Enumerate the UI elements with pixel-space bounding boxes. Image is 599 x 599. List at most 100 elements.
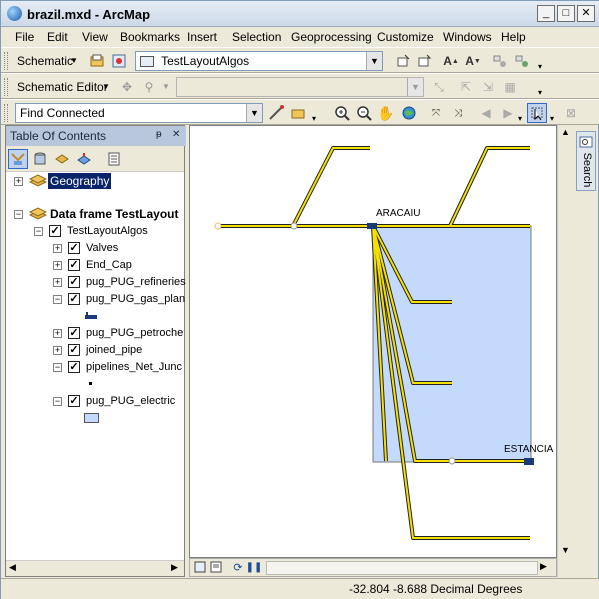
- fixed-zoom-out-icon[interactable]: ⤨: [448, 103, 468, 123]
- zoom-out-icon[interactable]: [354, 103, 374, 123]
- flag-icon[interactable]: [512, 51, 532, 71]
- map-vertical-scrollbar[interactable]: ▲ ▼: [557, 125, 574, 577]
- menu-view[interactable]: View: [82, 30, 108, 44]
- scroll-right-icon[interactable]: ▶: [540, 561, 547, 572]
- expand-icon[interactable]: +: [53, 261, 62, 270]
- layout-algorithm-select[interactable]: ▼: [176, 77, 424, 97]
- expand-icon[interactable]: +: [14, 177, 23, 186]
- menu-edit[interactable]: Edit: [47, 30, 68, 44]
- gas-plan-label[interactable]: pug_PUG_gas_plan: [86, 293, 185, 305]
- expand-icon[interactable]: +: [53, 278, 62, 287]
- refineries-label[interactable]: pug_PUG_refineries: [86, 276, 186, 288]
- collapse-icon[interactable]: −: [53, 397, 62, 406]
- chevron-down-icon[interactable]: ▼: [102, 82, 110, 91]
- chevron-down-icon[interactable]: ▼: [246, 104, 262, 122]
- estancia-gas-plant[interactable]: [524, 458, 534, 465]
- menu-file[interactable]: File: [15, 30, 34, 44]
- refresh-icon[interactable]: ⟳: [230, 559, 246, 575]
- collapse-icon[interactable]: −: [53, 295, 62, 304]
- close-icon[interactable]: ✕: [172, 129, 180, 140]
- toolbar-options-icon[interactable]: ▾: [518, 114, 522, 123]
- expand-icon[interactable]: +: [53, 329, 62, 338]
- pipelines-checkbox[interactable]: ✓: [68, 361, 80, 373]
- layout-algos-checkbox[interactable]: ✓: [49, 225, 61, 237]
- forward-arrow-icon[interactable]: ▶: [498, 103, 518, 123]
- expand-icon[interactable]: +: [53, 244, 62, 253]
- map-horizontal-scrollbar[interactable]: [266, 561, 538, 575]
- scroll-left-icon[interactable]: ◀: [9, 562, 16, 573]
- increase-font-icon[interactable]: A ▲: [441, 51, 461, 71]
- valve-node[interactable]: [448, 457, 456, 465]
- chevron-down-icon[interactable]: ▼: [407, 78, 423, 96]
- chevron-down-icon[interactable]: ▼: [162, 82, 170, 91]
- edit-link-icon[interactable]: ⚲: [139, 77, 159, 97]
- menu-bookmarks[interactable]: Bookmarks: [120, 30, 180, 44]
- valve-node[interactable]: [290, 222, 298, 230]
- electric-checkbox[interactable]: ✓: [68, 395, 80, 407]
- toolbar-options-icon[interactable]: ▾: [538, 62, 542, 71]
- list-by-drawing-order-icon[interactable]: [8, 149, 28, 169]
- expand-icon[interactable]: +: [53, 346, 62, 355]
- toolbar-grip[interactable]: [4, 104, 8, 122]
- schematic-editor-menu[interactable]: Schematic Editor: [17, 80, 108, 94]
- decrease-font-icon[interactable]: A ▼: [463, 51, 483, 71]
- toolbar-options-icon[interactable]: ▾: [538, 88, 542, 97]
- select-nodes-icon[interactable]: ⇱: [456, 77, 476, 97]
- diagram-select[interactable]: TestLayoutAlgos ▼: [135, 51, 383, 71]
- collapse-icon[interactable]: −: [14, 210, 23, 219]
- end-cap-checkbox[interactable]: ✓: [68, 259, 80, 271]
- chevron-down-icon[interactable]: ▼: [366, 52, 382, 70]
- gas-plan-checkbox[interactable]: ✓: [68, 293, 80, 305]
- chevron-down-icon[interactable]: ▼: [70, 56, 78, 65]
- pipelines-label[interactable]: pipelines_Net_Junc: [86, 361, 182, 373]
- petroche-checkbox[interactable]: ✓: [68, 327, 80, 339]
- save-diagram-icon[interactable]: [393, 51, 413, 71]
- joined-pipe-checkbox[interactable]: ✓: [68, 344, 80, 356]
- collapse-icon[interactable]: −: [53, 363, 62, 372]
- geography-frame[interactable]: Geography: [48, 173, 112, 189]
- scroll-right-icon[interactable]: ▶: [171, 562, 178, 573]
- valves-checkbox[interactable]: ✓: [68, 242, 80, 254]
- end-cap-label[interactable]: End_Cap: [86, 259, 132, 271]
- open-diagram-icon[interactable]: [87, 51, 107, 71]
- chevron-down-icon[interactable]: ▾: [550, 114, 554, 123]
- electric-label[interactable]: pug_PUG_electric: [86, 395, 175, 407]
- find-connected-select[interactable]: Find Connected ▼: [15, 103, 263, 123]
- scroll-down-icon[interactable]: ▼: [561, 545, 570, 555]
- full-extent-globe-icon[interactable]: [399, 103, 419, 123]
- menu-insert[interactable]: Insert: [187, 30, 217, 44]
- close-button[interactable]: ✕: [577, 5, 595, 22]
- update-diagram-icon[interactable]: [414, 51, 434, 71]
- petroche-label[interactable]: pug_PUG_petroche: [86, 327, 183, 339]
- scroll-up-icon[interactable]: ▲: [561, 127, 570, 137]
- data-frame-label[interactable]: Data frame TestLayout: [50, 207, 178, 221]
- list-by-source-icon[interactable]: [30, 149, 50, 169]
- pin-icon[interactable]: ᵽ: [156, 129, 162, 140]
- menu-customize[interactable]: Customize: [377, 30, 434, 44]
- layout-view-icon[interactable]: [208, 559, 224, 575]
- valves-label[interactable]: Valves: [86, 242, 118, 254]
- end-cap-node[interactable]: [214, 222, 222, 230]
- collapse-icon[interactable]: −: [34, 227, 43, 236]
- identify-icon[interactable]: ⊠: [561, 103, 581, 123]
- toolbar-grip[interactable]: [4, 52, 8, 70]
- apply-layout-icon[interactable]: ⤡: [429, 77, 449, 97]
- select-links-icon[interactable]: ⇲: [478, 77, 498, 97]
- refineries-checkbox[interactable]: ✓: [68, 276, 80, 288]
- back-arrow-icon[interactable]: ◀: [476, 103, 496, 123]
- list-by-visibility-icon[interactable]: [52, 149, 72, 169]
- toc-horizontal-scrollbar[interactable]: ◀ ▶: [6, 560, 184, 576]
- reduce-icon[interactable]: ▦: [500, 77, 520, 97]
- toolbar-grip[interactable]: [4, 78, 8, 96]
- search-side-tab[interactable]: Search: [576, 131, 596, 191]
- zoom-in-icon[interactable]: [332, 103, 352, 123]
- toolbar-options-icon[interactable]: ▾: [312, 114, 316, 123]
- pause-drawing-icon[interactable]: ❚❚: [246, 559, 263, 575]
- schematic-menu[interactable]: Schematic: [17, 54, 73, 68]
- menu-selection[interactable]: Selection: [232, 30, 281, 44]
- minimize-button[interactable]: _: [537, 5, 555, 22]
- options-list-icon[interactable]: [104, 149, 124, 169]
- maximize-button[interactable]: □: [557, 5, 575, 22]
- layout-algos-label[interactable]: TestLayoutAlgos: [67, 225, 148, 237]
- joined-pipe-label[interactable]: joined_pipe: [86, 344, 142, 356]
